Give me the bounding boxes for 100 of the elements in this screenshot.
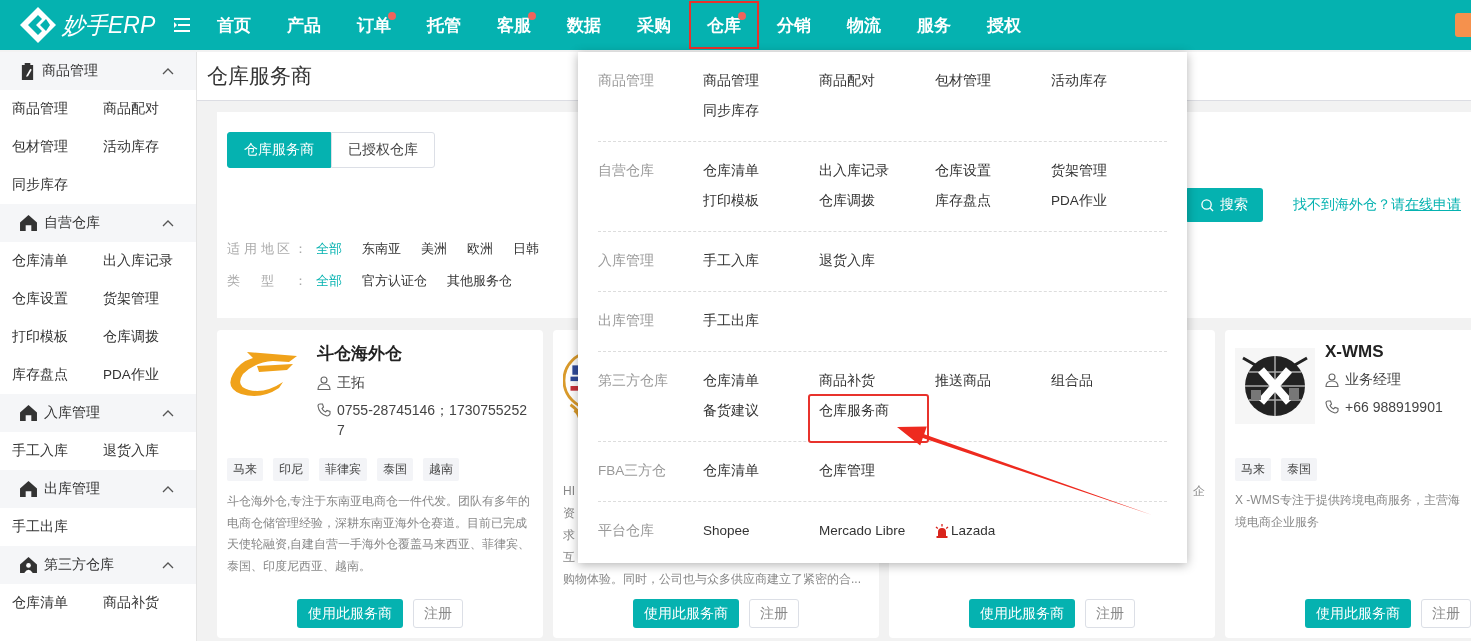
menu-item[interactable]: 手工出库 [703,306,819,336]
description-text: 境电商企业服务 [1235,515,1319,529]
sidebar-item[interactable]: 出入库记录 [103,242,194,280]
sidebar-group-title: 第三方仓库 [44,556,114,574]
sidebar-group-header[interactable]: 自营仓库 [0,204,196,242]
filter-option[interactable]: 其他服务仓 [447,272,512,290]
description-text: X -WMS专注于提供跨境电商服务，主营海 [1235,493,1460,507]
menu-section-label: 商品管理 [598,72,655,90]
phone-icon [317,403,331,417]
sidebar-item[interactable]: 手工入库 [12,432,103,470]
sidebar-item[interactable]: 仓库调拨 [103,318,194,356]
house-person-icon [20,557,37,573]
region-tag: 马来 [1235,458,1271,481]
sidebar-item[interactable]: 退货入库 [103,432,194,470]
menu-item[interactable]: 包材管理 [935,66,1051,96]
logo-icon [18,5,58,45]
menu-item[interactable]: 仓库清单 [703,456,819,486]
menu-section-label: 入库管理 [598,252,655,270]
menu-item[interactable]: 手工入库 [703,246,819,276]
filter-option[interactable]: 东南亚 [362,240,401,258]
sidebar-item[interactable]: 商品管理 [12,90,103,128]
filter-option[interactable]: 美洲 [421,240,447,258]
person-icon [1325,373,1339,387]
sidebar-group-header[interactable]: 出库管理 [0,470,196,508]
menu-section-label: FBA三方仓 [598,462,668,480]
region-tag: 印尼 [273,458,309,481]
menu-section-label: 自营仓库 [598,162,655,180]
sidebar-item[interactable]: PDA作业 [103,356,194,394]
sidebar-item[interactable]: 商品补货 [103,584,194,622]
sidebar-item[interactable]: 库存盘点 [12,356,103,394]
menu-item[interactable]: 同步库存 [703,96,819,126]
phone-icon [1325,400,1339,414]
register-button[interactable]: 注册 [1085,599,1135,628]
menu-item[interactable]: 仓库调拨 [819,186,935,216]
sidebar-group-header[interactable]: 第三方仓库 [0,546,196,584]
menu-item[interactable]: 退货入库 [819,246,935,276]
menu-item[interactable]: 仓库清单 [703,366,819,396]
menu-item[interactable]: 打印模板 [703,186,819,216]
contact-name: 王拓 [337,374,365,392]
region-tag: 泰国 [1281,458,1317,481]
sidebar-item[interactable]: 仓库清单 [12,242,103,280]
description-text: 购物体验。同时，公司也与众多供应商建立了紧密的合... [563,572,861,586]
menu-item[interactable]: 仓库管理 [819,456,935,486]
menu-icon[interactable] [174,18,190,32]
sidebar-item[interactable]: 仓库设置 [12,280,103,318]
description-text: 企 [1193,484,1205,498]
menu-item[interactable]: 商品补货 [819,366,935,396]
sidebar-item[interactable]: 货架管理 [103,280,194,318]
house-icon [20,405,37,421]
logo-text: 妙手ERP [62,10,156,40]
menu-item[interactable]: PDA作业 [1051,186,1167,216]
menu-item[interactable]: 库存盘点 [935,186,1051,216]
clipboard-icon [20,62,35,80]
menu-item[interactable]: 出入库记录 [819,156,935,186]
region-tag: 泰国 [377,458,413,481]
tab[interactable]: 已授权仓库 [331,132,435,168]
description-text: 资 [563,506,575,520]
menu-item[interactable]: Lazada [935,516,1051,546]
region-tag: 马来 [227,458,263,481]
sidebar-item[interactable]: 手工出库 [12,508,103,546]
house-icon [20,215,37,231]
menu-item[interactable]: Shopee [703,516,819,546]
person-icon [317,376,331,390]
provider-name: X-WMS [1325,342,1385,362]
description-text: 互 [563,550,575,564]
menu-item[interactable]: 组合品 [1051,366,1167,396]
menu-item[interactable]: 货架管理 [1051,156,1167,186]
sidebar-item[interactable]: 打印模板 [12,318,103,356]
help-text: 找不到海外仓？请在线申请 [1293,196,1461,214]
filter-option[interactable]: 欧洲 [467,240,493,258]
sidebar-item[interactable]: 包材管理 [12,128,103,166]
provider-name: 斗仓海外仓 [317,343,403,365]
phone-number: 0755-28745146；17307552527 [337,401,528,440]
menu-item[interactable]: 仓库服务商 [808,394,929,443]
filter-option[interactable]: 日韩 [513,240,539,258]
register-button[interactable]: 注册 [413,599,463,628]
menu-item[interactable]: 仓库设置 [935,156,1051,186]
search-icon [1200,198,1214,212]
register-button[interactable]: 注册 [1421,599,1471,628]
sidebar-item[interactable]: 活动库存 [103,128,194,166]
sidebar-item[interactable]: 同步库存 [12,166,103,204]
sidebar-group-title: 出库管理 [44,480,100,498]
provider-description: 斗仓海外仓,专注于东南亚电商仓一件代发。团队有多年的电商仓储管理经验，深耕东南亚海外仓赛道。目前已完成天使轮融资,自建自营一手海外仓覆盖马来西亚、菲律宾、泰国、印度尼西亚、越南。 [227,493,532,575]
page-title: 仓库服务商 [207,63,312,89]
menu-item[interactable]: 商品配对 [819,66,935,96]
register-button[interactable]: 注册 [749,599,799,628]
filter-label: 适用地区： [227,240,307,258]
menu-item[interactable]: 商品管理 [703,66,819,96]
menu-item[interactable]: 推送商品 [935,366,1051,396]
menu-item[interactable]: 活动库存 [1051,66,1167,96]
menu-item[interactable]: 仓库清单 [703,156,819,186]
menu-item[interactable]: Mercado Libre [819,516,935,546]
filter-option[interactable]: 官方认证仓 [362,272,427,290]
sidebar-group-header[interactable]: 商品管理 [0,52,196,90]
sidebar-item[interactable]: 商品配对 [103,90,194,128]
sidebar-group-title: 自营仓库 [44,214,100,232]
phone-number: +66 988919901 [1345,398,1443,417]
sidebar-group-title: 入库管理 [44,404,100,422]
sidebar-group-header[interactable]: 入库管理 [0,394,196,432]
sidebar-item[interactable]: 仓库清单 [12,584,103,622]
